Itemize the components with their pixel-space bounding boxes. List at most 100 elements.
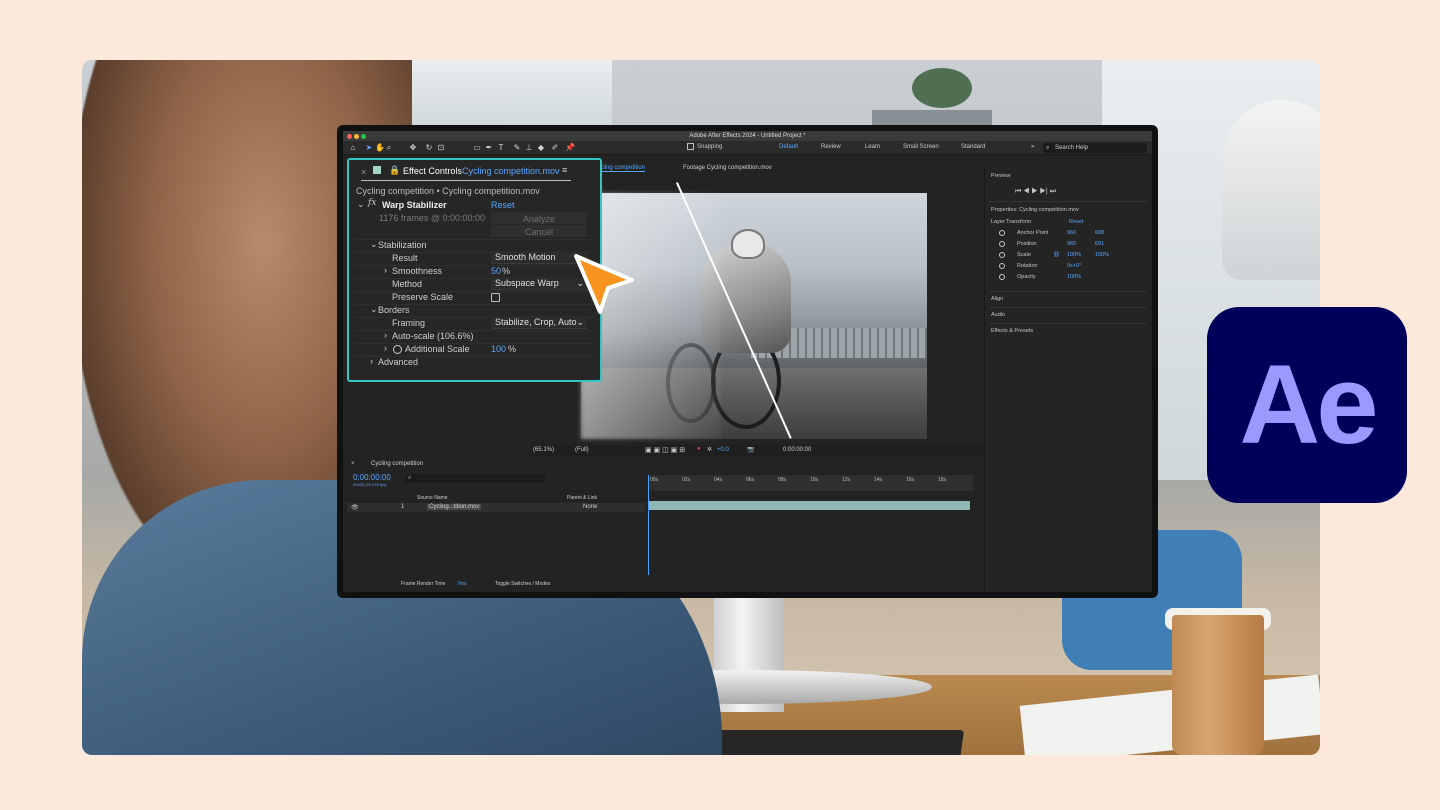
- effects-presets-panel[interactable]: Effects & Presets: [991, 328, 1033, 334]
- stopwatch-icon[interactable]: [999, 274, 1005, 280]
- viewer-timecode[interactable]: 0:00:00:00: [783, 447, 811, 453]
- advanced-group[interactable]: Advanced: [378, 357, 418, 367]
- stopwatch-icon[interactable]: [999, 241, 1005, 247]
- timeline-tab[interactable]: Cycling competition: [371, 461, 423, 467]
- stopwatch-icon[interactable]: [999, 252, 1005, 258]
- expand-chevron-icon[interactable]: ›: [384, 265, 387, 275]
- borders-group[interactable]: Borders: [378, 305, 410, 315]
- effect-reset-button[interactable]: Reset: [491, 200, 515, 210]
- divider: [989, 323, 1147, 324]
- effect-controls-tab-label[interactable]: Effect Controls: [403, 166, 462, 176]
- exposure-value[interactable]: +0.0: [717, 447, 729, 453]
- minimize-window-icon[interactable]: [354, 134, 359, 139]
- cancel-button[interactable]: Cancel: [491, 225, 587, 237]
- effect-controls-tab-layer[interactable]: Cycling competition.mov: [462, 166, 560, 176]
- visibility-icon[interactable]: 👁: [351, 504, 359, 511]
- additional-scale-value[interactable]: 100: [491, 344, 506, 354]
- opacity-value[interactable]: 100%: [1067, 274, 1081, 280]
- transform-reset-button[interactable]: Reset: [1069, 219, 1083, 225]
- anchor-point-label: Anchor Point: [1017, 230, 1049, 236]
- workspace-default[interactable]: Default: [779, 144, 798, 150]
- analyze-button[interactable]: Analyze: [491, 212, 587, 224]
- lock-icon[interactable]: 🔒: [389, 165, 400, 176]
- position-y[interactable]: 691: [1095, 241, 1104, 247]
- framing-select-value: Stabilize, Crop, Auto: [495, 317, 577, 327]
- home-icon[interactable]: ⌂: [349, 144, 357, 152]
- ruler-tick: 14s: [874, 477, 883, 483]
- resolution-select[interactable]: (Full): [575, 447, 589, 453]
- scale-x[interactable]: 100%: [1067, 252, 1081, 258]
- pen-tool-icon[interactable]: ✒: [485, 144, 493, 152]
- text-tool-icon[interactable]: T: [497, 144, 505, 152]
- stabilization-group[interactable]: Stabilization: [378, 240, 427, 250]
- eraser-tool-icon[interactable]: ◆: [537, 144, 545, 152]
- stopwatch-icon[interactable]: [999, 263, 1005, 269]
- snapshot-icon[interactable]: 📷: [747, 446, 754, 453]
- ruler-tick: 06s: [746, 477, 755, 483]
- camera-tool-icon[interactable]: ⊡: [437, 144, 445, 152]
- timeline-timecode[interactable]: 0:00:00:00: [353, 473, 391, 482]
- panel-close-icon[interactable]: ×: [361, 167, 366, 177]
- close-window-icon[interactable]: [347, 134, 352, 139]
- smoothness-value[interactable]: 50: [491, 266, 501, 276]
- stopwatch-icon[interactable]: [393, 345, 402, 354]
- toggle-switches-button[interactable]: Toggle Switches / Modes: [495, 581, 550, 587]
- zoom-tool-icon[interactable]: ⌕: [385, 144, 393, 152]
- selection-tool-icon[interactable]: ➤: [365, 144, 373, 152]
- timeline-search-input[interactable]: ⌕: [405, 474, 545, 483]
- workspace-learn[interactable]: Learn: [865, 144, 880, 150]
- smoothness-percent: %: [502, 266, 511, 276]
- workspace-standard[interactable]: Standard: [961, 144, 985, 150]
- scale-label: Scale: [1017, 252, 1031, 258]
- tab-footage[interactable]: Footage Cycling competition.mov: [683, 165, 772, 171]
- preserve-scale-checkbox[interactable]: [491, 293, 500, 302]
- more-workspaces-icon[interactable]: »: [1031, 144, 1034, 150]
- layer-row[interactable]: 👁 1 Cycling...tition.mov None: [347, 503, 645, 512]
- snapping-checkbox[interactable]: [687, 143, 694, 150]
- fx-icon[interactable]: fx: [368, 198, 376, 208]
- collapse-chevron-icon[interactable]: ⌄: [370, 304, 378, 315]
- expand-chevron-icon[interactable]: ›: [384, 343, 387, 353]
- parent-select[interactable]: None: [583, 504, 597, 510]
- playhead[interactable]: [648, 475, 649, 575]
- time-ruler[interactable]: 00s 02s 04s 06s 08s 10s 12s 14s 16s 18s: [648, 475, 973, 491]
- rotate-tool-icon[interactable]: ↻: [425, 144, 433, 152]
- collapse-chevron-icon[interactable]: ⌄: [370, 239, 378, 250]
- position-x[interactable]: 960: [1067, 241, 1076, 247]
- search-help-input[interactable]: ⌕ Search Help: [1043, 143, 1147, 153]
- ruler-tick: 00s: [650, 477, 659, 483]
- exposure-icon[interactable]: ✲: [707, 446, 712, 453]
- viewer-options-icon[interactable]: ▣ ▣ ◫ ▣ ⊞: [645, 446, 685, 454]
- puppet-tool-icon[interactable]: 📌: [565, 144, 575, 152]
- search-icon: ⌕: [408, 475, 412, 481]
- layer-duration-bar[interactable]: [648, 501, 970, 510]
- color-wheel-icon[interactable]: ●: [697, 446, 701, 452]
- workspace-small-screen[interactable]: Small Screen: [903, 144, 939, 150]
- move-tool-icon[interactable]: ✥: [409, 144, 417, 152]
- maximize-window-icon[interactable]: [361, 134, 366, 139]
- stopwatch-icon[interactable]: [999, 230, 1005, 236]
- expand-chevron-icon[interactable]: ›: [370, 356, 373, 366]
- position-label: Position: [1017, 241, 1037, 247]
- scale-y[interactable]: 100%: [1095, 252, 1109, 258]
- roto-tool-icon[interactable]: ✐: [551, 144, 559, 152]
- anchor-point-y[interactable]: 688: [1095, 230, 1104, 236]
- audio-panel[interactable]: Audio: [991, 312, 1005, 318]
- zoom-select[interactable]: (65.1%): [533, 447, 554, 453]
- rotation-value[interactable]: 0x+0°: [1067, 263, 1081, 269]
- anchor-point-x[interactable]: 960: [1067, 230, 1076, 236]
- preview-playback-controls[interactable]: ⏮ ◀ ▶ ▶| ⏭: [1015, 188, 1056, 196]
- shape-tool-icon[interactable]: ▭: [473, 144, 481, 152]
- workspace-review[interactable]: Review: [821, 144, 841, 150]
- collapse-chevron-icon[interactable]: ⌄: [357, 199, 365, 210]
- panel-menu-icon[interactable]: ≡: [562, 165, 567, 175]
- autoscale-group[interactable]: Auto-scale (106.6%): [392, 331, 474, 341]
- stamp-tool-icon[interactable]: ⊥: [525, 144, 533, 152]
- layer-name[interactable]: Cycling...tition.mov: [427, 504, 482, 510]
- constrain-proportions-icon[interactable]: ⛓: [1053, 252, 1060, 258]
- timeline-close-icon[interactable]: ×: [351, 461, 355, 467]
- brush-tool-icon[interactable]: ✎: [513, 144, 521, 152]
- expand-chevron-icon[interactable]: ›: [384, 330, 387, 340]
- align-panel[interactable]: Align: [991, 296, 1003, 302]
- hand-tool-icon[interactable]: ✋: [375, 144, 385, 152]
